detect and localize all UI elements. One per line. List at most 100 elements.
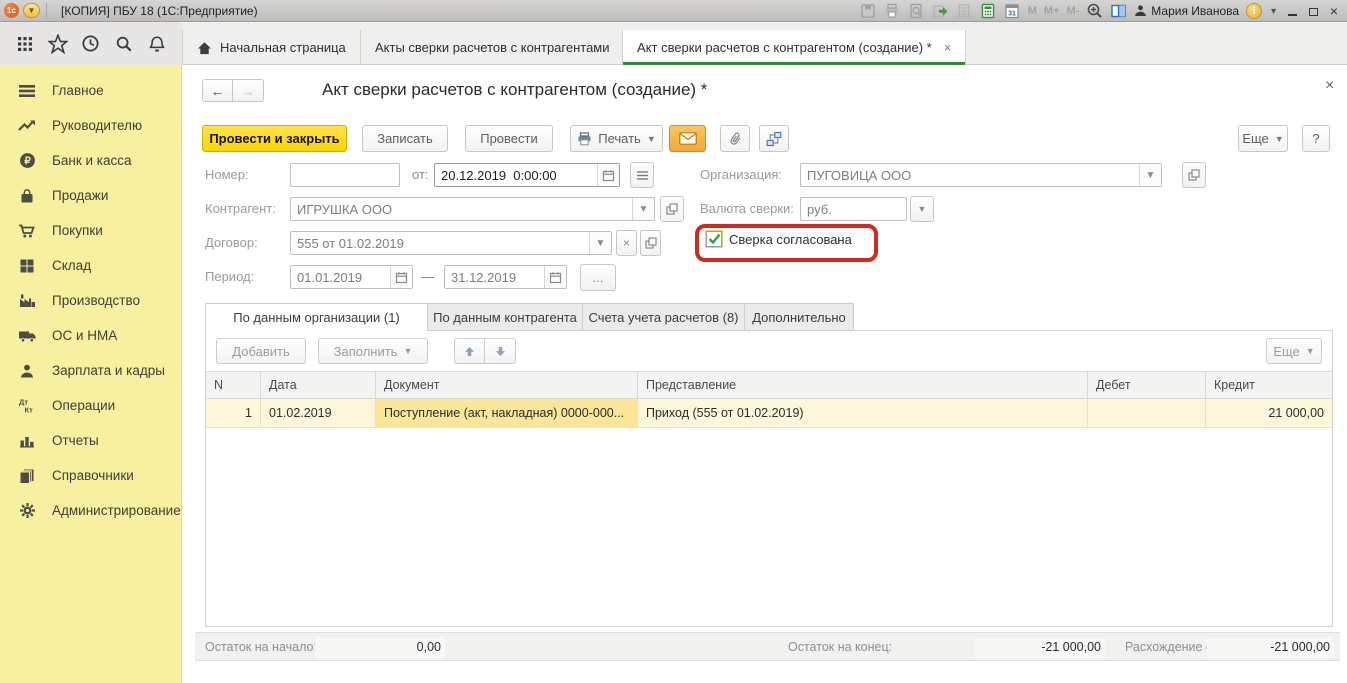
- zoom-icon[interactable]: [1086, 2, 1103, 19]
- search-icon[interactable]: [111, 31, 137, 57]
- add-row-button[interactable]: Добавить: [216, 338, 306, 364]
- sidebar-item-fixed-assets[interactable]: ОС и НМА: [0, 318, 181, 353]
- cell-presentation[interactable]: Приход (555 от 01.02.2019): [638, 399, 1088, 427]
- post-and-close-button[interactable]: Провести и закрыть: [202, 125, 347, 152]
- table-row[interactable]: 1 01.02.2019 Поступление (акт, накладная…: [206, 399, 1332, 428]
- nav-back-button[interactable]: ←: [202, 79, 233, 102]
- col-header-credit[interactable]: Кредит: [1206, 372, 1332, 398]
- document-structure-button[interactable]: [759, 125, 789, 152]
- save-icon[interactable]: [860, 2, 877, 19]
- move-down-button[interactable]: [485, 338, 516, 364]
- post-button[interactable]: Провести: [465, 125, 553, 152]
- tab-close-icon[interactable]: ×: [944, 40, 952, 55]
- date-input[interactable]: [435, 164, 597, 186]
- secondary-print-icon[interactable]: [956, 2, 973, 19]
- print-preview-icon[interactable]: [908, 2, 925, 19]
- form-close-icon[interactable]: ×: [1325, 77, 1334, 95]
- calendar-icon[interactable]: 31: [1004, 2, 1021, 19]
- nav-forward-button[interactable]: →: [233, 79, 264, 102]
- history-icon[interactable]: [78, 31, 104, 57]
- cell-credit[interactable]: 21 000,00: [1206, 399, 1332, 427]
- contractor-open-button[interactable]: [660, 196, 684, 222]
- reconciliation-agreed-checkbox[interactable]: Сверка согласована: [706, 231, 852, 247]
- sidebar-item-warehouse[interactable]: Склад: [0, 248, 181, 283]
- currency-input[interactable]: [801, 198, 906, 220]
- checkbox-checked-icon[interactable]: [706, 231, 722, 247]
- cell-n[interactable]: 1: [206, 399, 261, 427]
- tab-additional[interactable]: Дополнительно: [744, 303, 854, 331]
- system-menu-button[interactable]: ▼: [23, 3, 40, 18]
- organization-input[interactable]: [801, 164, 1139, 186]
- sidebar-item-administration[interactable]: Администрирование: [0, 493, 181, 528]
- memory-minus-button[interactable]: M-: [1066, 5, 1079, 17]
- print-icon[interactable]: [884, 2, 901, 19]
- contract-open-button[interactable]: [640, 230, 661, 256]
- contract-input[interactable]: [291, 232, 589, 254]
- tab-act-create[interactable]: Акт сверки расчетов с контрагентом (созд…: [622, 30, 966, 65]
- number-input[interactable]: [291, 164, 399, 186]
- all-functions-menu-icon[interactable]: [12, 31, 38, 57]
- cell-document[interactable]: Поступление (акт, накладная) 0000-000...: [376, 399, 638, 427]
- period-to-input[interactable]: [445, 266, 544, 288]
- tab-by-organization[interactable]: По данным организации (1): [205, 303, 428, 332]
- col-header-debit[interactable]: Дебет: [1088, 372, 1206, 398]
- close-button[interactable]: ×: [1327, 4, 1341, 18]
- fill-button[interactable]: Заполнить ▼: [318, 338, 428, 364]
- notifications-bell-icon[interactable]: [144, 31, 170, 57]
- col-header-presentation[interactable]: Представление: [638, 372, 1088, 398]
- print-button[interactable]: Печать ▼: [570, 125, 663, 152]
- memory-plus-button[interactable]: M+: [1044, 5, 1060, 17]
- contract-dropdown-icon[interactable]: ▼: [589, 232, 611, 254]
- sidebar-item-directories[interactable]: Справочники: [0, 458, 181, 493]
- minimize-button[interactable]: [1285, 4, 1299, 18]
- tab-acts-list[interactable]: Акты сверки расчетов с контрагентами ×: [360, 30, 643, 65]
- period-from-calendar-icon[interactable]: [390, 266, 412, 288]
- contract-clear-button[interactable]: ×: [616, 230, 637, 256]
- sidebar-item-sales[interactable]: Продажи: [0, 178, 181, 213]
- sidebar-item-payroll-hr[interactable]: Зарплата и кадры: [0, 353, 181, 388]
- current-user[interactable]: Мария Иванова: [1134, 4, 1239, 18]
- chevron-down-icon: ▼: [403, 346, 412, 356]
- col-header-n[interactable]: N: [206, 372, 261, 398]
- info-icon[interactable]: i: [1246, 3, 1262, 19]
- move-up-button[interactable]: [454, 338, 485, 364]
- organization-dropdown-icon[interactable]: ▼: [1139, 164, 1161, 186]
- attachments-button[interactable]: [720, 125, 750, 152]
- tab-settlement-accounts[interactable]: Счета учета расчетов (8): [582, 303, 745, 331]
- contractor-dropdown-icon[interactable]: ▼: [632, 198, 654, 220]
- sidebar-item-purchases[interactable]: Покупки: [0, 213, 181, 248]
- menu-lines-icon: [17, 82, 37, 100]
- col-header-document[interactable]: Документ: [376, 372, 638, 398]
- date-calendar-icon[interactable]: [597, 164, 619, 186]
- sidebar-item-main[interactable]: Главное: [0, 73, 181, 108]
- form-more-button[interactable]: Еще ▼: [1238, 125, 1288, 152]
- help-button[interactable]: ?: [1302, 125, 1330, 152]
- memory-recall-button[interactable]: M: [1028, 5, 1037, 17]
- period-to-calendar-icon[interactable]: [544, 266, 566, 288]
- external-link-icon[interactable]: [932, 2, 949, 19]
- write-button[interactable]: Записать: [362, 125, 448, 152]
- favorites-icon[interactable]: [45, 31, 71, 57]
- table-more-button[interactable]: Еще ▼: [1266, 338, 1322, 364]
- send-email-button[interactable]: [669, 125, 706, 152]
- sidebar-item-production[interactable]: Производство: [0, 283, 181, 318]
- sidebar-item-reports[interactable]: Отчеты: [0, 423, 181, 458]
- titlebar-chevron-down-icon[interactable]: ▼: [1269, 6, 1278, 16]
- cell-date[interactable]: 01.02.2019: [261, 399, 376, 427]
- period-pick-button[interactable]: ...: [580, 264, 616, 291]
- tab-by-contractor[interactable]: По данным контрагента: [427, 303, 583, 331]
- organization-open-button[interactable]: [1182, 162, 1206, 188]
- split-view-icon[interactable]: [1110, 2, 1127, 19]
- sidebar-item-manager[interactable]: Руководителю: [0, 108, 181, 143]
- period-from-input[interactable]: [291, 266, 390, 288]
- sidebar-item-operations[interactable]: ДтКт Операции: [0, 388, 181, 423]
- contractor-input[interactable]: [291, 198, 632, 220]
- col-header-date[interactable]: Дата: [261, 372, 376, 398]
- sidebar-item-bank-cash[interactable]: ₽ Банк и касса: [0, 143, 181, 178]
- tab-home[interactable]: Начальная страница: [182, 30, 360, 65]
- calculator-icon[interactable]: [980, 2, 997, 19]
- open-list-button[interactable]: [630, 162, 654, 188]
- maximize-button[interactable]: [1306, 4, 1320, 18]
- currency-dropdown-button[interactable]: ▼: [910, 196, 934, 222]
- cell-debit[interactable]: [1088, 399, 1206, 427]
